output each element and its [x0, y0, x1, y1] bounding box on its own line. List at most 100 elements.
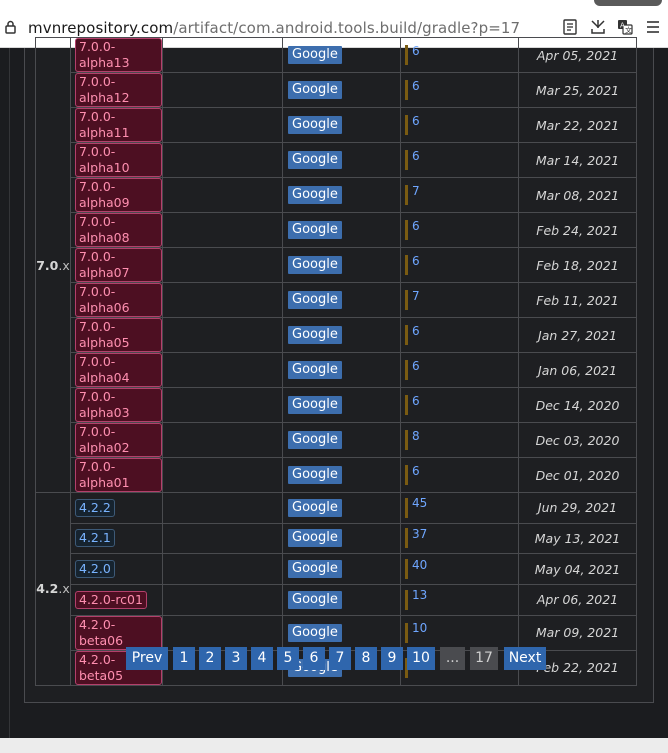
- pagination-page-button[interactable]: 9: [381, 647, 403, 670]
- repository-badge[interactable]: Google: [288, 623, 342, 642]
- translate-icon[interactable]: A 文: [617, 19, 633, 35]
- repository-badge[interactable]: Google: [288, 466, 342, 484]
- release-date: Apr 05, 2021: [518, 37, 637, 73]
- usage-bar: [405, 220, 408, 240]
- repository-badge[interactable]: Google: [288, 396, 342, 414]
- usages-link[interactable]: 7: [412, 289, 420, 303]
- usage-bar: [405, 45, 408, 65]
- major-version-number: 7.0: [36, 257, 59, 273]
- version-link[interactable]: 7.0.0-alpha04: [75, 353, 162, 387]
- usages-cell: 45: [400, 492, 519, 524]
- version-link[interactable]: 7.0.0-alpha06: [75, 283, 162, 317]
- repository-badge[interactable]: Google: [288, 431, 342, 449]
- repository-badge[interactable]: Google: [288, 361, 342, 379]
- vulnerabilities-cell: [162, 37, 283, 73]
- download-icon[interactable]: [590, 19, 606, 35]
- version-link[interactable]: 7.0.0-alpha07: [75, 248, 162, 282]
- repository-cell: Google: [282, 317, 401, 353]
- repository-badge[interactable]: Google: [288, 590, 342, 609]
- repository-cell: Google: [282, 212, 401, 248]
- usages-cell: 6: [400, 387, 519, 423]
- repository-badge[interactable]: Google: [288, 326, 342, 344]
- version-link[interactable]: 7.0.0-alpha10: [75, 143, 162, 177]
- repository-cell: Google: [282, 522, 401, 555]
- usages-link[interactable]: 6: [412, 114, 420, 128]
- repository-badge[interactable]: Google: [288, 151, 342, 169]
- version-row: 4.2.x 4.2.2 Google 45 Jun 29, 2021: [35, 492, 637, 686]
- version-link[interactable]: 7.0.0-alpha02: [75, 423, 162, 457]
- repository-cell: Google: [282, 583, 401, 616]
- url-field[interactable]: mvnrepository.com/artifact/com.android.t…: [28, 19, 520, 37]
- release-date: Mar 09, 2021: [518, 614, 637, 651]
- pagination-page-button[interactable]: 6: [303, 647, 325, 670]
- usages-link[interactable]: 6: [412, 464, 420, 478]
- pagination-page-button[interactable]: 2: [199, 647, 221, 670]
- version-link[interactable]: 4.2.1: [75, 529, 115, 548]
- usages-link[interactable]: 10: [412, 621, 427, 635]
- version-row: 7.0.0-alpha10 Google 6 Mar 14, 2021: [36, 142, 637, 178]
- usages-link[interactable]: 40: [412, 558, 427, 572]
- repository-badge[interactable]: Google: [288, 81, 342, 99]
- version-link[interactable]: 7.0.0-alpha13: [75, 38, 162, 72]
- usages-link[interactable]: 6: [412, 149, 420, 163]
- usages-link[interactable]: 37: [412, 527, 427, 541]
- repository-badge[interactable]: Google: [288, 186, 342, 204]
- pagination-page-button[interactable]: 4: [251, 647, 273, 670]
- pagination-current-page: 17: [470, 647, 498, 670]
- lock-icon: [5, 20, 16, 34]
- repository-badge[interactable]: Google: [288, 560, 342, 579]
- usages-link[interactable]: 45: [412, 496, 427, 510]
- major-version-number: 4.2: [36, 581, 59, 597]
- reader-mode-icon[interactable]: [562, 19, 578, 35]
- version-row: 7.0.0-alpha06 Google 7 Feb 11, 2021: [36, 282, 637, 318]
- repository-badge[interactable]: Google: [288, 116, 342, 134]
- usages-link[interactable]: 6: [412, 219, 420, 233]
- pagination-page-button[interactable]: 5: [277, 647, 299, 670]
- vulnerabilities-cell: [162, 107, 283, 143]
- repository-cell: Google: [282, 387, 401, 423]
- pagination-page-button[interactable]: 3: [225, 647, 247, 670]
- repository-badge[interactable]: Google: [288, 529, 342, 548]
- pagination-page-button[interactable]: 7: [329, 647, 351, 670]
- version-link[interactable]: 4.2.2: [75, 498, 115, 517]
- svg-text:文: 文: [625, 26, 632, 35]
- usages-link[interactable]: 6: [412, 359, 420, 373]
- usages-link[interactable]: 8: [412, 429, 420, 443]
- version-cell: 7.0.0-alpha06: [70, 282, 163, 318]
- version-cell: 7.0.0-alpha10: [70, 142, 163, 178]
- version-link[interactable]: 4.2.0: [75, 560, 115, 579]
- usages-cell: 6: [400, 72, 519, 108]
- usages-link[interactable]: 6: [412, 254, 420, 268]
- version-link[interactable]: 7.0.0-alpha11: [75, 108, 162, 142]
- version-link[interactable]: 7.0.0-alpha03: [75, 388, 162, 422]
- usages-link[interactable]: 6: [412, 394, 420, 408]
- repository-badge[interactable]: Google: [288, 46, 342, 64]
- version-link[interactable]: 7.0.0-alpha12: [75, 73, 162, 107]
- pagination-page-button[interactable]: 8: [355, 647, 377, 670]
- repository-badge[interactable]: Google: [288, 256, 342, 274]
- usages-link[interactable]: 6: [412, 79, 420, 93]
- usages-link[interactable]: 6: [412, 44, 420, 58]
- version-link[interactable]: 7.0.0-alpha08: [75, 213, 162, 247]
- pagination-page-button[interactable]: 1: [173, 647, 195, 670]
- version-cell: 4.2.1: [70, 522, 163, 555]
- release-date: Jan 27, 2021: [518, 317, 637, 353]
- version-link[interactable]: 4.2.0-rc01: [75, 590, 147, 609]
- repository-badge[interactable]: Google: [288, 498, 342, 517]
- vulnerabilities-cell: [162, 282, 283, 318]
- release-date: Dec 03, 2020: [518, 422, 637, 458]
- version-link[interactable]: 7.0.0-alpha05: [75, 318, 162, 352]
- usages-link[interactable]: 7: [412, 184, 420, 198]
- repository-badge[interactable]: Google: [288, 221, 342, 239]
- version-link[interactable]: 4.2.0-beta06: [75, 615, 162, 650]
- usages-link[interactable]: 13: [412, 588, 427, 602]
- usages-link[interactable]: 6: [412, 324, 420, 338]
- version-link[interactable]: 7.0.0-alpha01: [75, 458, 162, 492]
- menu-icon[interactable]: [645, 19, 661, 35]
- pagination-page-button[interactable]: 10: [407, 647, 435, 670]
- usage-bar: [405, 150, 408, 170]
- repository-badge[interactable]: Google: [288, 291, 342, 309]
- pagination-next-button[interactable]: Next: [504, 647, 546, 670]
- version-link[interactable]: 7.0.0-alpha09: [75, 178, 162, 212]
- pagination-prev-button[interactable]: Prev: [126, 647, 168, 670]
